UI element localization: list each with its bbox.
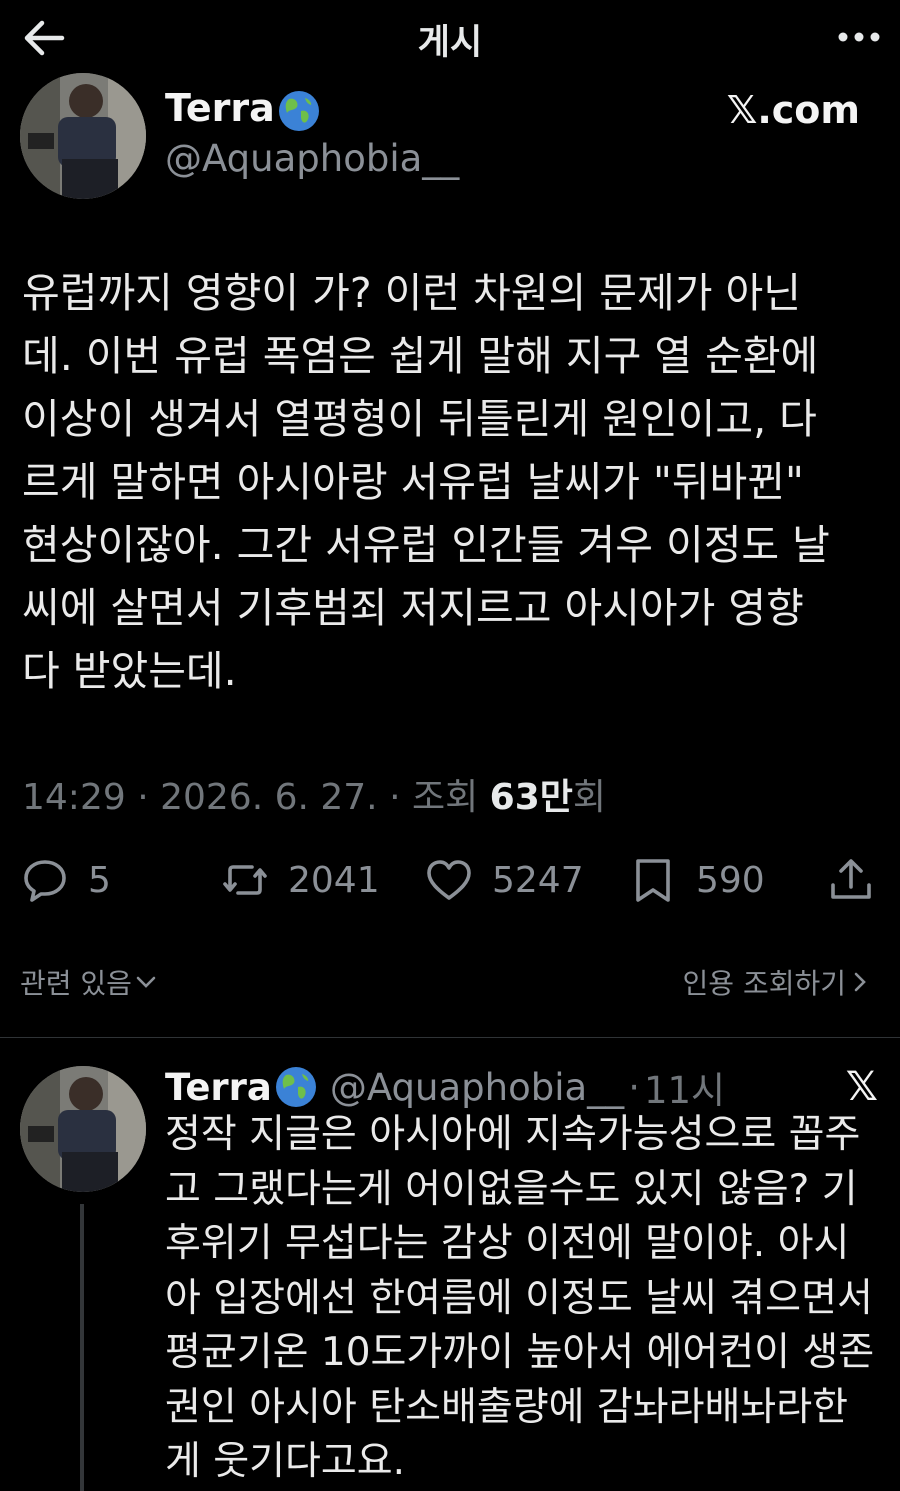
more-horizontal-icon <box>838 32 880 42</box>
repost-count: 2041 <box>288 859 380 901</box>
chevron-down-icon <box>136 976 156 988</box>
heart-icon <box>427 860 471 900</box>
separator-dot: · <box>628 1065 640 1109</box>
related-toggle[interactable]: 관련 있음 <box>20 962 160 1002</box>
globe-asia-icon <box>277 89 321 133</box>
reply-time: 11시 <box>643 1069 726 1112</box>
share-button[interactable] <box>826 850 876 910</box>
like-count: 5247 <box>492 859 584 901</box>
reply-author-name[interactable]: Terra <box>165 1066 272 1109</box>
x-logo-icon: 𝕏 <box>845 1064 878 1110</box>
author-handle[interactable]: @Aquaphobia__ <box>165 137 459 180</box>
reply-count: 5 <box>88 859 111 901</box>
more-options-button[interactable] <box>836 22 882 52</box>
reply-icon <box>24 860 66 902</box>
repost-button[interactable]: 2041 <box>220 850 380 910</box>
section-divider <box>0 1037 900 1038</box>
post-text: 유럽까지 영향이 가? 이런 차원의 문제가 아닌 데. 이번 유럽 폭염은 쉽… <box>22 269 830 695</box>
page-title: 게시 <box>417 23 483 63</box>
like-button[interactable]: 5247 <box>424 850 584 910</box>
repost-icon <box>223 865 267 895</box>
reply-author-handle[interactable]: @Aquaphobia__ <box>330 1066 624 1109</box>
globe-asia-icon <box>274 1065 318 1109</box>
view-suffix: 회 <box>572 777 606 818</box>
reply-text: 정작 지글은 아시아에 지속가능성으로 꼽주 고 그랬다는게 어이없을수도 있지… <box>165 1112 875 1484</box>
bookmark-button[interactable]: 590 <box>628 850 765 910</box>
view-quotes-label: 인용 조회하기 <box>682 967 846 1000</box>
author-name-row: Terra <box>165 86 321 133</box>
related-label: 관련 있음 <box>20 967 132 1000</box>
view-count: 63만 <box>489 777 573 818</box>
reply-header: Terra @Aquaphobia__ · 11시 <box>165 1060 725 1114</box>
avatar-photo <box>20 73 146 199</box>
share-icon <box>831 859 871 899</box>
bookmark-icon <box>636 859 670 902</box>
avatar-photo <box>20 1066 146 1192</box>
author-name: Terra <box>165 86 275 130</box>
bookmark-count: 590 <box>696 859 765 901</box>
author-avatar[interactable] <box>20 73 146 199</box>
view-quotes-link[interactable]: 인용 조회하기 <box>683 962 874 1002</box>
watermark-text: 𝕏.com <box>726 88 860 132</box>
thread-line <box>80 1204 84 1491</box>
reply-button[interactable]: 5 <box>20 850 111 910</box>
chevron-right-icon <box>854 972 866 992</box>
post-meta: 14:29 · 2026. 6. 27. · 조회 63만회 <box>22 768 606 820</box>
post-timestamp: 14:29 · 2026. 6. 27. · 조회 <box>22 777 490 818</box>
reply-author-avatar[interactable] <box>20 1066 146 1192</box>
